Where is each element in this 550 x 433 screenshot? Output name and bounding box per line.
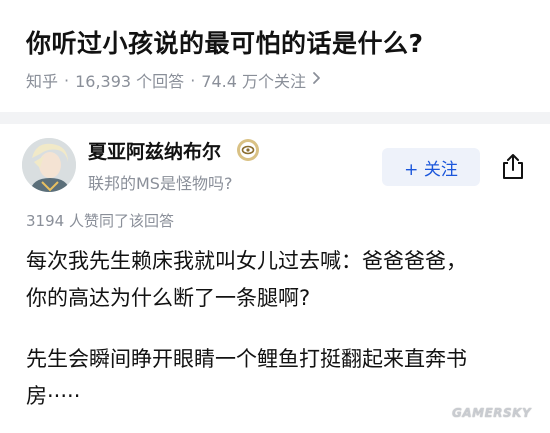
- follower-count: 74.4 万个关注: [201, 72, 306, 91]
- avatar[interactable]: [22, 138, 76, 192]
- creator-badge-icon: [236, 138, 260, 162]
- chevron-right-icon: [312, 71, 321, 89]
- share-icon[interactable]: [496, 150, 530, 184]
- answer-count: 16,393 个回答: [75, 72, 185, 91]
- answer-card: 夏亚阿兹纳布尔 联邦的MS是怪物吗? + 关注 3194 人赞同了该回答 每次我…: [0, 124, 550, 433]
- meta-separator: ·: [190, 70, 196, 90]
- vote-count: 3194 人赞同了该回答: [26, 212, 174, 230]
- watermark: GAMERSKY: [452, 406, 532, 420]
- content-line: 先生会瞬间睁开眼睛一个鲤鱼打挺翻起来直奔书: [26, 347, 467, 371]
- follow-button[interactable]: + 关注: [382, 148, 480, 186]
- content-line: 每次我先生赖床我就叫女儿过去喊：爸爸爸爸，: [26, 249, 467, 273]
- meta-separator: ·: [64, 70, 70, 90]
- section-divider: [0, 112, 550, 124]
- question-meta[interactable]: 知乎 · 16,393 个回答 · 74.4 万个关注: [26, 68, 321, 92]
- question-title[interactable]: 你听过小孩说的最可怕的话是什么?: [26, 24, 424, 60]
- source-label: 知乎: [26, 72, 59, 91]
- answer-content[interactable]: 每次我先生赖床我就叫女儿过去喊：爸爸爸爸， 你的高达为什么断了一条腿啊? 先生会…: [26, 243, 536, 415]
- content-line: 你的高达为什么断了一条腿啊?: [26, 286, 311, 310]
- author-bio: 联邦的MS是怪物吗?: [88, 174, 233, 193]
- question-header: 你听过小孩说的最可怕的话是什么? 知乎 · 16,393 个回答 · 74.4 …: [0, 0, 550, 112]
- author-name[interactable]: 夏亚阿兹纳布尔: [88, 137, 221, 164]
